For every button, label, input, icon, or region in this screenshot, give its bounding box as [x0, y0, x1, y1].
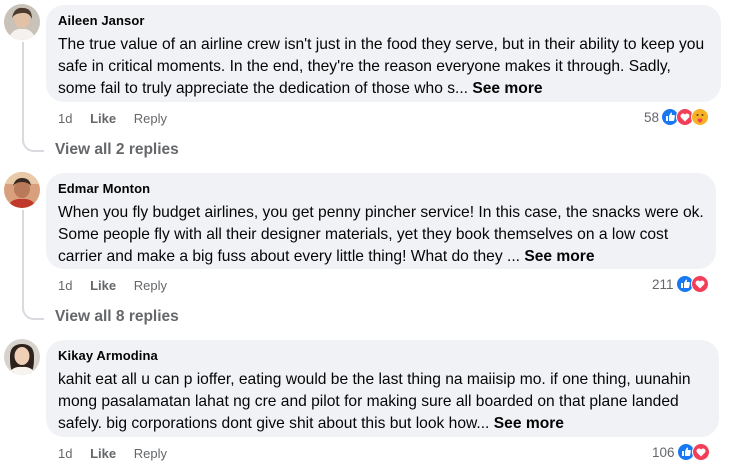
avatar[interactable]	[4, 172, 40, 208]
reaction-count: 58	[644, 109, 660, 125]
comment-actions: 1d Like Reply	[58, 111, 181, 127]
avatar[interactable]	[4, 339, 40, 375]
reaction-summary[interactable]: 211	[652, 275, 709, 293]
like-button[interactable]: Like	[90, 446, 116, 462]
see-more-link[interactable]: See more	[472, 80, 542, 97]
see-more-link[interactable]: See more	[494, 415, 564, 432]
thread-connector	[22, 42, 44, 152]
comment-bubble: Aileen Jansor The true value of an airli…	[46, 5, 721, 102]
comment-time[interactable]: 1d	[58, 446, 72, 462]
reaction-summary[interactable]: 58	[644, 108, 710, 126]
care-icon	[691, 108, 710, 126]
comment-author[interactable]: Kikay Armodina	[58, 348, 707, 364]
comment-text: The true value of an airline crew isn't …	[58, 34, 709, 100]
comment-body: kahit eat all u can p ioffer, eating wou…	[58, 371, 691, 432]
comment-author[interactable]: Edmar Monton	[58, 181, 704, 197]
view-replies-link[interactable]: View all 2 replies	[55, 141, 179, 159]
comment-time[interactable]: 1d	[58, 278, 72, 294]
avatar[interactable]	[4, 4, 40, 40]
comment-text: When you fly budget airlines, you get pe…	[58, 202, 704, 268]
comment-text: kahit eat all u can p ioffer, eating wou…	[58, 369, 707, 435]
thread-connector	[22, 210, 44, 320]
see-more-link[interactable]: See more	[524, 248, 594, 265]
reaction-summary[interactable]: 106	[652, 443, 710, 461]
like-button[interactable]: Like	[90, 111, 116, 127]
view-replies-link[interactable]: View all 8 replies	[55, 308, 179, 326]
comment-bubble: Edmar Monton When you fly budget airline…	[46, 173, 716, 269]
reply-button[interactable]: Reply	[134, 111, 167, 127]
comment-author[interactable]: Aileen Jansor	[58, 13, 709, 29]
comment-bubble: Kikay Armodina kahit eat all u can p iof…	[46, 340, 719, 437]
reply-button[interactable]: Reply	[134, 446, 167, 462]
reaction-count: 211	[652, 276, 674, 292]
comment-time[interactable]: 1d	[58, 111, 72, 127]
comment-body: When you fly budget airlines, you get pe…	[58, 204, 704, 265]
reply-button[interactable]: Reply	[134, 278, 167, 294]
comment-body: The true value of an airline crew isn't …	[58, 36, 705, 97]
reaction-count: 106	[652, 444, 675, 460]
comment-actions: 1d Like Reply	[58, 446, 181, 462]
love-icon	[690, 275, 709, 293]
love-icon	[691, 443, 710, 461]
like-button[interactable]: Like	[90, 278, 116, 294]
comment-actions: 1d Like Reply	[58, 278, 181, 294]
